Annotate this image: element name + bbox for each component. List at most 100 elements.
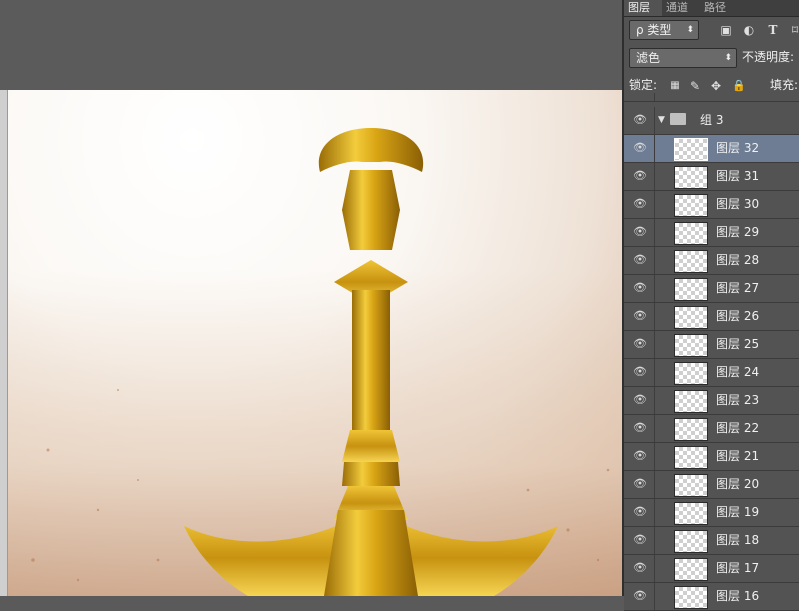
visibility-cell[interactable] — [624, 93, 655, 101]
layer-thumbnail[interactable] — [674, 362, 708, 385]
eye-icon[interactable]: 👁 — [633, 338, 647, 350]
layer-row[interactable]: 👁 图层 20 — [624, 471, 799, 499]
visibility-cell[interactable]: 👁 — [624, 107, 655, 134]
layer-name: 图层 30 — [716, 197, 760, 211]
eye-icon[interactable]: 👁 — [633, 170, 647, 182]
layer-thumbnail[interactable] — [674, 558, 708, 581]
layer-row[interactable]: 👁 图层 29 — [624, 219, 799, 247]
lock-paint-brush-icon[interactable]: ✎ — [688, 79, 702, 93]
layer-thumbnail[interactable] — [674, 334, 708, 357]
visibility-cell[interactable]: 👁 — [624, 163, 655, 190]
visibility-cell[interactable]: 👁 — [624, 275, 655, 302]
layer-row[interactable]: 👁 图层 26 — [624, 303, 799, 331]
layer-thumbnail[interactable] — [674, 194, 708, 217]
layer-row[interactable]: 👁 图层 23 — [624, 387, 799, 415]
visibility-cell[interactable]: 👁 — [624, 499, 655, 526]
layer-thumbnail[interactable] — [674, 278, 708, 301]
layer-name: 图层 19 — [716, 505, 760, 519]
eye-icon[interactable]: 👁 — [633, 506, 647, 518]
layer-thumbnail[interactable] — [674, 418, 708, 441]
eye-icon[interactable]: 👁 — [633, 282, 647, 294]
left-ruler[interactable] — [0, 90, 8, 596]
layer-thumbnail[interactable] — [674, 390, 708, 413]
eye-icon[interactable]: 👁 — [633, 226, 647, 238]
tab-channels[interactable]: 通道 — [662, 0, 692, 16]
eye-icon[interactable]: 👁 — [633, 394, 647, 406]
partial-layer-row[interactable] — [624, 93, 799, 102]
layer-row[interactable]: 👁 图层 32 — [624, 135, 799, 163]
layer-row[interactable]: 👁 图层 18 — [624, 527, 799, 555]
layer-thumbnail[interactable] — [674, 250, 708, 273]
crossguard-center — [324, 510, 418, 596]
layer-row[interactable]: 👁 图层 19 — [624, 499, 799, 527]
layer-filter-select[interactable]: ρ 类型 ⬍ — [629, 20, 699, 40]
visibility-cell[interactable]: 👁 — [624, 443, 655, 470]
visibility-cell[interactable]: 👁 — [624, 583, 655, 610]
eye-icon[interactable]: 👁 — [633, 534, 647, 546]
eye-icon[interactable]: 👁 — [633, 366, 647, 378]
layer-thumbnail[interactable] — [674, 446, 708, 469]
layer-list: 👁 ▼ 组 3 👁 图层 32 👁 图层 31 👁 图层 30 👁 图层 29 👁 图层 28 👁 图… — [624, 93, 799, 611]
tab-layers[interactable]: 图层 — [624, 0, 662, 16]
layer-row[interactable]: 👁 图层 27 — [624, 275, 799, 303]
layer-thumbnail[interactable] — [674, 222, 708, 245]
visibility-cell[interactable]: 👁 — [624, 387, 655, 414]
layer-row[interactable]: 👁 图层 17 — [624, 555, 799, 583]
document-workspace — [0, 0, 622, 596]
eye-icon[interactable]: 👁 — [633, 142, 647, 154]
expand-triangle-icon[interactable]: ▼ — [658, 107, 665, 134]
layer-thumbnail[interactable] — [674, 474, 708, 497]
layer-row[interactable]: 👁 图层 22 — [624, 415, 799, 443]
eye-icon[interactable]: 👁 — [633, 114, 647, 126]
eye-icon[interactable]: 👁 — [633, 450, 647, 462]
visibility-cell[interactable]: 👁 — [624, 527, 655, 554]
layer-thumbnail[interactable] — [674, 166, 708, 189]
visibility-cell[interactable]: 👁 — [624, 471, 655, 498]
type-filter-icon[interactable]: T — [766, 23, 780, 37]
layer-row[interactable]: 👁 图层 28 — [624, 247, 799, 275]
shape-filter-icon[interactable]: ⌑ — [788, 23, 799, 37]
layer-row[interactable]: 👁 图层 24 — [624, 359, 799, 387]
layer-thumbnail[interactable] — [674, 530, 708, 553]
visibility-cell[interactable]: 👁 — [624, 303, 655, 330]
blend-mode-select[interactable]: 滤色 ⬍ — [629, 48, 737, 68]
visibility-cell[interactable]: 👁 — [624, 331, 655, 358]
eye-icon[interactable]: 👁 — [633, 562, 647, 574]
lock-position-move-icon[interactable]: ✥ — [709, 79, 723, 93]
visibility-cell[interactable]: 👁 — [624, 191, 655, 218]
lock-all-icon[interactable]: 🔒 — [732, 79, 746, 93]
eye-icon[interactable]: 👁 — [633, 310, 647, 322]
sword-blade-shaft — [352, 290, 390, 440]
layer-thumbnail[interactable] — [674, 502, 708, 525]
eye-icon[interactable]: 👁 — [633, 478, 647, 490]
layer-row[interactable]: 👁 图层 31 — [624, 163, 799, 191]
visibility-cell[interactable]: 👁 — [624, 415, 655, 442]
layer-row[interactable]: 👁 图层 25 — [624, 331, 799, 359]
layer-thumbnail[interactable] — [674, 138, 708, 161]
layer-group-row[interactable]: 👁 ▼ 组 3 — [624, 107, 799, 135]
visibility-cell[interactable]: 👁 — [624, 247, 655, 274]
eye-icon[interactable]: 👁 — [633, 590, 647, 602]
pixel-filter-icon[interactable]: ▣ — [719, 23, 733, 37]
lock-transparency-icon[interactable]: ▦ — [668, 79, 682, 93]
layer-row[interactable]: 👁 图层 16 — [624, 583, 799, 611]
layer-row[interactable]: 👁 图层 21 — [624, 443, 799, 471]
opacity-label: 不透明度: — [742, 50, 795, 64]
tab-paths[interactable]: 路径 — [700, 0, 730, 16]
adjustment-filter-icon[interactable]: ◐ — [742, 23, 756, 37]
layers-panel: 图层 通道 路径 ρ 类型 ⬍ ▣ ◐ T ⌑ 滤色 ⬍ 不透明度: 锁定: ▦… — [624, 0, 799, 611]
layer-row[interactable]: 👁 图层 30 — [624, 191, 799, 219]
chevron-updown-icon: ⬍ — [686, 25, 694, 35]
visibility-cell[interactable]: 👁 — [624, 135, 655, 162]
layer-name: 图层 29 — [716, 225, 760, 239]
eye-icon[interactable]: 👁 — [633, 422, 647, 434]
layer-thumbnail[interactable] — [674, 586, 708, 609]
visibility-cell[interactable]: 👁 — [624, 359, 655, 386]
layer-thumbnail[interactable] — [674, 306, 708, 329]
eye-icon[interactable]: 👁 — [633, 254, 647, 266]
panel-tabs: 图层 通道 路径 — [624, 0, 799, 17]
image-canvas[interactable] — [8, 90, 622, 596]
eye-icon[interactable]: 👁 — [633, 198, 647, 210]
visibility-cell[interactable]: 👁 — [624, 555, 655, 582]
visibility-cell[interactable]: 👁 — [624, 219, 655, 246]
